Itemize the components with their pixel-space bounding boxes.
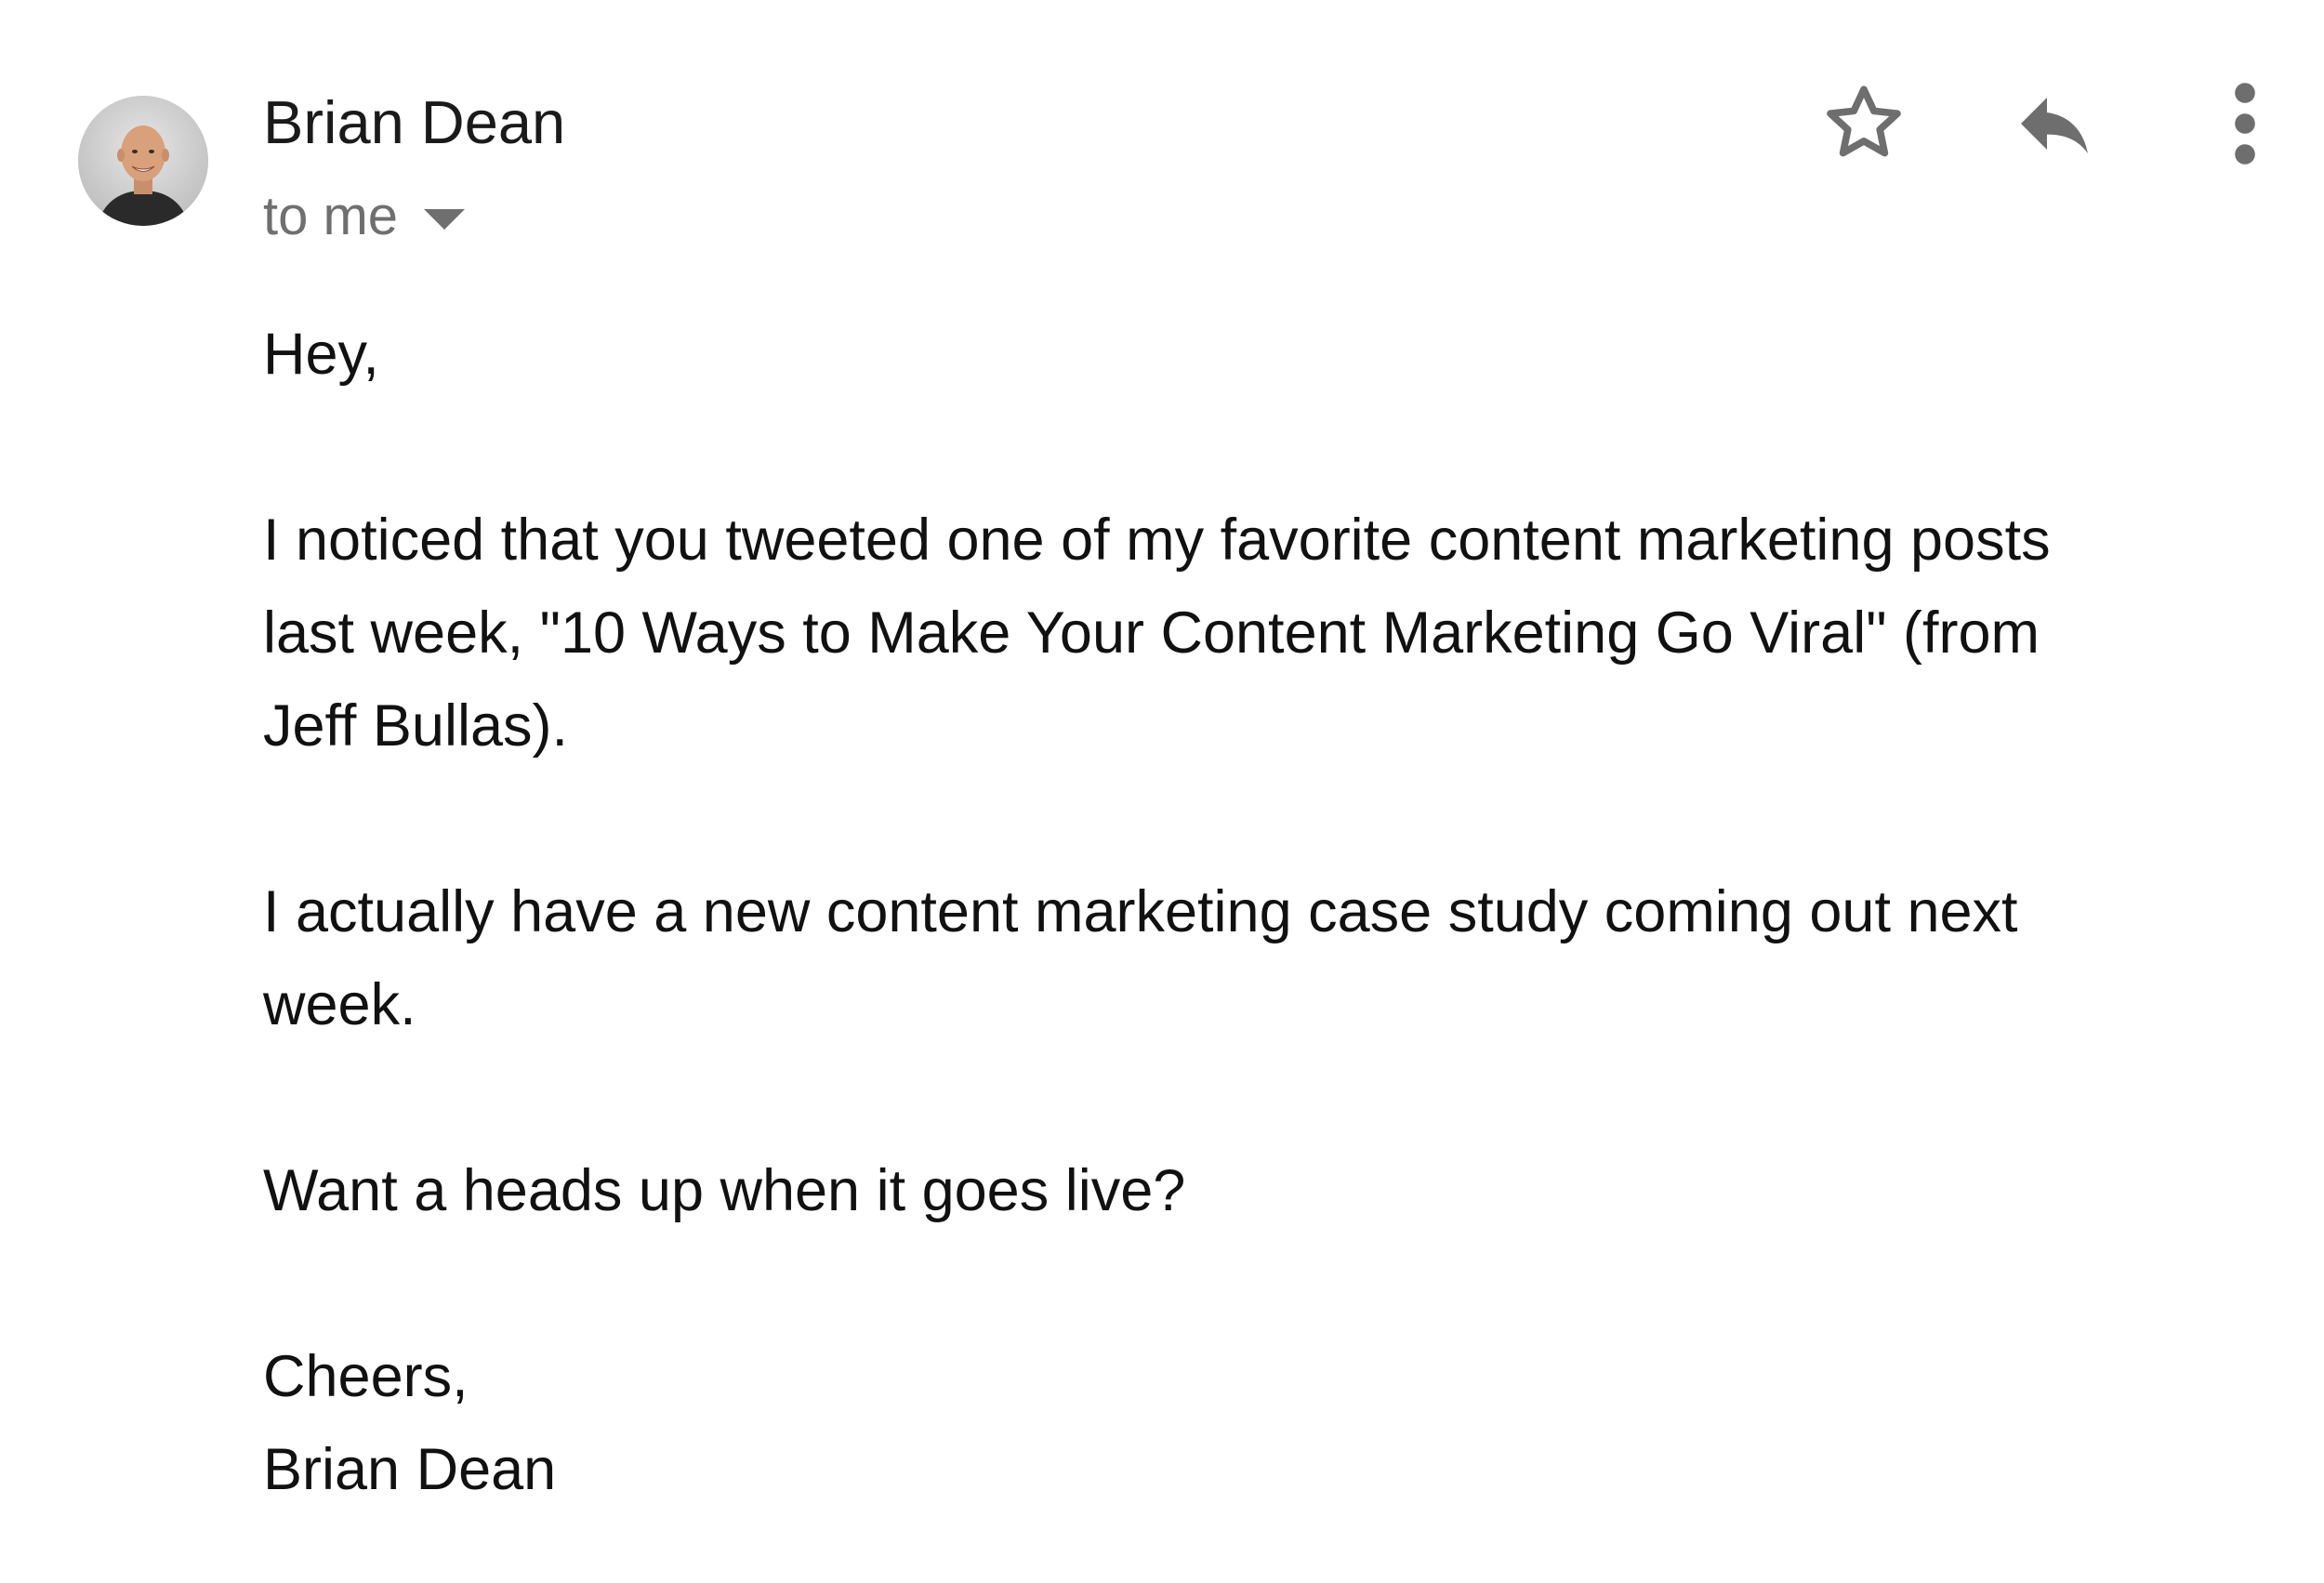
recipient-label: to me <box>263 186 399 246</box>
sender-name: Brian Dean <box>263 88 566 156</box>
body-paragraph-greeting: Hey, <box>263 322 379 387</box>
avatar-photo <box>78 96 208 226</box>
body-paragraph-intro: I noticed that you tweeted one of my fav… <box>263 508 2051 759</box>
star-button[interactable] <box>1813 73 1915 175</box>
reply-icon <box>2021 98 2088 153</box>
email-message: Brian Dean to me Hey, I noticed that you… <box>0 0 2324 1583</box>
body-paragraph-question: Want a heads up when it goes live? <box>263 1158 1186 1223</box>
star-icon <box>1827 86 1901 157</box>
body-paragraph-signoff: Cheers, Brian Dean <box>263 1344 557 1502</box>
reply-button[interactable] <box>2003 73 2106 175</box>
body-paragraph-announcement: I actually have a new content marketing … <box>263 879 2018 1037</box>
more-options-button[interactable] <box>2208 73 2282 175</box>
email-body: Hey, I noticed that you tweeted one of m… <box>263 308 2252 1516</box>
recipient-details-toggle[interactable]: to me <box>263 179 466 254</box>
avatar[interactable] <box>78 96 208 226</box>
more-vert-icon <box>2235 83 2255 165</box>
chevron-down-icon[interactable] <box>424 209 466 230</box>
